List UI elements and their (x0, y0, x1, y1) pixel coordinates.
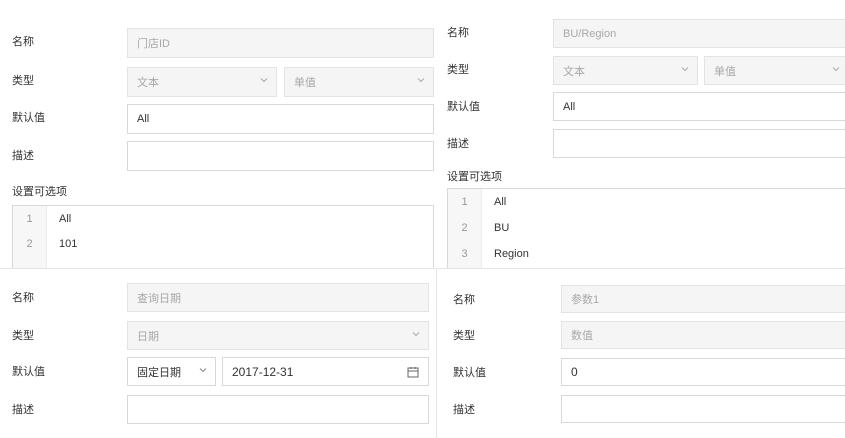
name-input[interactable]: BU/Region (553, 19, 845, 48)
parameter-panel-query-date: 名称 查询日期 类型 日期 默认值 固定日期 2017-12-31 描述 (0, 269, 436, 438)
desc-input[interactable] (127, 395, 429, 424)
list-item[interactable]: 2 BU (448, 217, 845, 241)
calendar-icon[interactable] (407, 366, 419, 378)
name-input[interactable]: 门店ID (127, 28, 434, 58)
list-item[interactable]: 1 All (448, 191, 845, 215)
mode-value: 单值 (714, 65, 736, 78)
line-number: 3 (461, 248, 468, 260)
date-picker-input[interactable]: 2017-12-31 (222, 357, 429, 386)
chevron-down-icon (681, 65, 689, 73)
name-label: 名称 (12, 292, 34, 304)
parameter-panel-store-id: 名称 门店ID 类型 文本 单值 默认值 All 描述 设置可选项 1 All … (0, 8, 436, 270)
name-value: 参数1 (571, 294, 600, 306)
default-input[interactable]: 0 (561, 358, 845, 386)
parameter-panel-param1: 名称 参数1 类型 数值 默认值 0 描述 (437, 269, 845, 438)
default-value: All (563, 100, 576, 113)
type-value: 文本 (563, 65, 585, 78)
chevron-down-icon (412, 330, 420, 338)
desc-label: 描述 (453, 404, 475, 416)
type-select[interactable]: 文本 (127, 67, 277, 97)
options-editor[interactable]: 1 All 2 101 (12, 205, 434, 270)
type-select[interactable]: 日期 (127, 321, 429, 350)
mode-select[interactable]: 单值 (704, 56, 845, 85)
chevron-down-icon (199, 366, 207, 374)
option-text: 101 (59, 238, 78, 250)
line-number: 2 (461, 222, 468, 234)
type-select[interactable]: 文本 (553, 56, 698, 85)
desc-label: 描述 (12, 150, 34, 162)
list-item[interactable]: 1 All (13, 208, 433, 232)
list-item[interactable]: 2 101 (13, 233, 433, 257)
default-mode-select[interactable]: 固定日期 (127, 357, 216, 386)
default-label: 默认值 (447, 101, 480, 113)
chevron-down-icon (260, 76, 268, 84)
type-label: 类型 (453, 330, 475, 342)
mode-value: 单值 (294, 77, 316, 89)
default-label: 默认值 (12, 112, 45, 124)
options-editor[interactable]: 1 All 2 BU 3 Region (447, 188, 845, 268)
line-number: 1 (461, 196, 468, 208)
desc-label: 描述 (447, 138, 469, 150)
desc-input[interactable] (127, 141, 434, 171)
option-text: All (59, 213, 72, 225)
type-label: 类型 (12, 75, 34, 87)
line-number: 2 (26, 238, 33, 250)
desc-input[interactable] (553, 129, 845, 158)
option-text: All (494, 196, 507, 208)
name-value: BU/Region (563, 27, 617, 40)
type-value: 日期 (137, 330, 159, 343)
option-text: Region (494, 248, 529, 260)
default-input[interactable]: All (127, 104, 434, 134)
type-value: 文本 (137, 77, 159, 89)
name-label: 名称 (453, 294, 475, 306)
type-label: 类型 (447, 64, 469, 76)
default-input[interactable]: All (553, 92, 845, 121)
type-value: 数值 (571, 330, 593, 342)
default-date-value: 2017-12-31 (232, 364, 294, 379)
parameter-panel-bu-region: 名称 BU/Region 类型 文本 单值 默认值 All 描述 设置可选项 1… (436, 6, 845, 268)
type-label: 类型 (12, 330, 34, 342)
desc-label: 描述 (12, 404, 34, 416)
default-value: All (137, 113, 150, 125)
default-label: 默认值 (453, 367, 486, 379)
list-item[interactable]: 3 Region (448, 243, 845, 267)
name-label: 名称 (12, 36, 34, 48)
mode-select[interactable]: 单值 (284, 67, 434, 97)
chevron-down-icon (832, 65, 840, 73)
name-value: 查询日期 (137, 292, 181, 305)
options-label: 设置可选项 (447, 171, 502, 183)
options-label: 设置可选项 (12, 186, 67, 198)
name-input[interactable]: 查询日期 (127, 283, 429, 312)
desc-input[interactable] (561, 395, 845, 423)
option-text: BU (494, 222, 510, 234)
line-number: 1 (26, 213, 33, 225)
name-value: 门店ID (137, 38, 170, 50)
default-value: 0 (571, 365, 578, 379)
name-input[interactable]: 参数1 (561, 285, 845, 313)
default-label: 默认值 (12, 366, 45, 378)
type-select[interactable]: 数值 (561, 321, 845, 349)
chevron-down-icon (417, 76, 425, 84)
name-label: 名称 (447, 27, 469, 39)
